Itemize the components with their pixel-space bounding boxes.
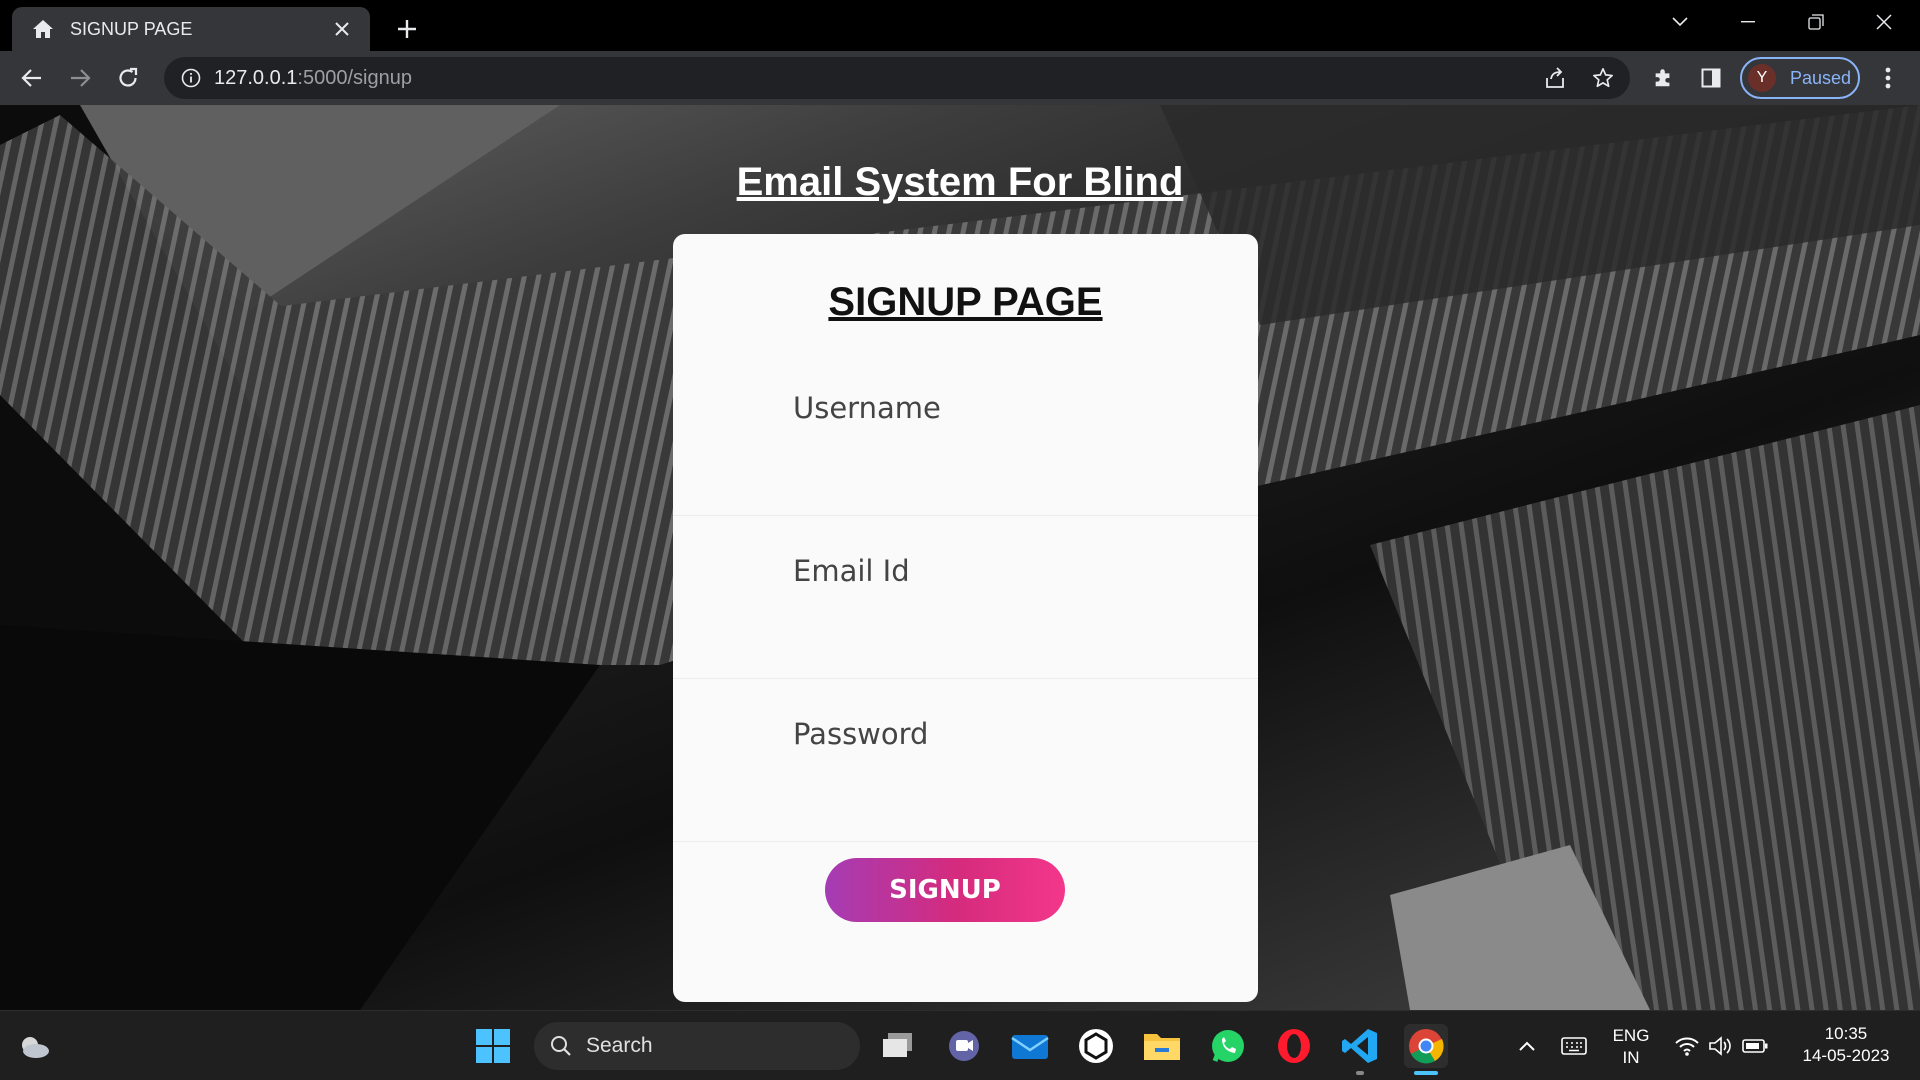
language-region: IN [1622,1048,1640,1067]
wifi-icon [1675,1037,1699,1056]
chatgpt-icon[interactable] [1074,1024,1118,1068]
tab-title: SIGNUP PAGE [70,18,193,39]
weather-icon[interactable] [12,1024,56,1068]
email-input[interactable] [793,546,1213,596]
taskbar-search[interactable]: Search [534,1022,860,1070]
url-path: :5000/signup [297,66,412,89]
close-tab-icon[interactable] [328,15,356,43]
bookmark-star-icon[interactable] [1584,59,1622,97]
reload-icon[interactable] [110,60,146,96]
chrome-active-indicator [1414,1071,1438,1075]
clock[interactable]: 10:35 14-05-2023 [1786,1023,1906,1067]
restore-icon[interactable] [1788,0,1844,44]
signup-form-card: SIGNUP PAGE SIGNUP [673,234,1258,1002]
back-arrow-icon[interactable] [14,60,50,96]
avatar: Y [1748,64,1776,92]
keyboard-icon[interactable] [1552,1024,1596,1068]
home-icon [30,16,56,42]
browser-toolbar: 127.0.0.1:5000/signup Y Paused [0,51,1920,105]
show-hidden-icons-chevron-icon[interactable] [1505,1024,1549,1068]
whatsapp-icon[interactable] [1206,1024,1250,1068]
task-view-icon[interactable] [876,1024,920,1068]
new-tab-icon[interactable] [390,12,424,46]
url-text: 127.0.0.1:5000/signup [214,67,412,90]
browser-tab-strip: SIGNUP PAGE [0,0,1920,51]
site-info-icon[interactable] [178,65,204,91]
signup-button[interactable]: SIGNUP [825,858,1065,922]
password-field-row [673,679,1258,842]
tab-signup-page[interactable]: SIGNUP PAGE [12,7,370,51]
taskbar: Search ENG IN 10:35 14-05-2023 [0,1010,1920,1080]
profile-status: Paused [1790,67,1852,88]
file-explorer-icon[interactable] [1140,1024,1184,1068]
mail-icon[interactable] [1008,1024,1052,1068]
page-viewport: Email System For Blind SIGNUP PAGE SIGNU… [0,105,1920,1010]
opera-icon[interactable] [1272,1024,1316,1068]
signup-heading: SIGNUP PAGE [828,280,1103,324]
profile-button[interactable]: Y Paused [1740,57,1860,99]
username-input[interactable] [793,383,1213,433]
minimize-icon[interactable] [1720,0,1776,44]
email-field-row [673,516,1258,679]
vscode-running-indicator [1356,1071,1364,1075]
close-window-icon[interactable] [1856,0,1912,44]
side-panel-icon[interactable] [1692,59,1730,97]
language-indicator[interactable]: ENG IN [1598,1025,1664,1069]
address-bar[interactable]: 127.0.0.1:5000/signup [164,57,1630,99]
url-host: 127.0.0.1 [214,66,298,89]
system-tray-quick-settings[interactable] [1666,1024,1776,1068]
clock-time: 10:35 [1824,1024,1868,1043]
search-label: Search [586,1034,653,1057]
forward-arrow-icon[interactable] [62,60,98,96]
clock-date: 14-05-2023 [1802,1046,1890,1065]
search-icon [551,1036,571,1056]
volume-icon [1709,1036,1731,1056]
password-input[interactable] [793,709,1213,759]
chrome-icon[interactable] [1404,1024,1448,1068]
username-field-row [673,353,1258,516]
windows-start-icon[interactable] [471,1024,515,1068]
site-title: Email System For Blind [736,160,1184,204]
battery-icon [1742,1039,1768,1053]
tab-search-chevron-icon[interactable] [1652,0,1708,44]
share-icon[interactable] [1536,59,1574,97]
vscode-icon[interactable] [1338,1024,1382,1068]
more-menu-icon[interactable] [1870,60,1906,96]
teams-chat-icon[interactable] [942,1024,986,1068]
language-code: ENG [1612,1026,1650,1045]
extensions-puzzle-icon[interactable] [1644,59,1682,97]
